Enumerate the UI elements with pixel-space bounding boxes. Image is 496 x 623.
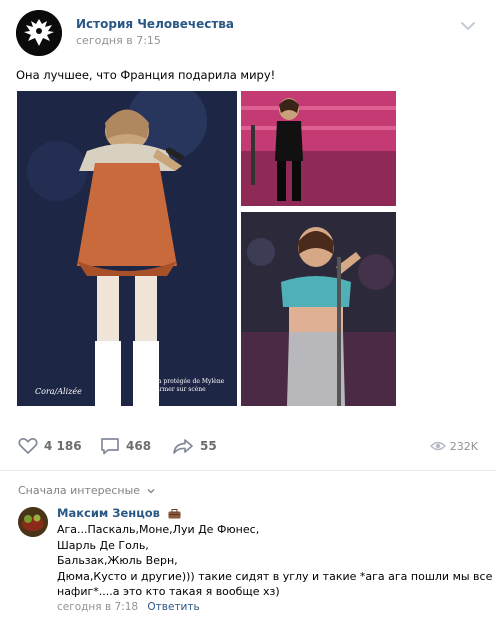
comment-count: 468 [126, 439, 152, 453]
briefcase-icon [168, 508, 181, 518]
comment-line: Шарль Де Голь, [57, 538, 149, 552]
post-timestamp[interactable]: сегодня в 7:15 [76, 34, 161, 47]
chevron-down-icon[interactable] [460, 17, 476, 30]
reply-link[interactable]: Ответить [147, 601, 199, 613]
post-photo-bottom-right[interactable] [241, 212, 396, 406]
avatar-photo [18, 507, 48, 537]
comment-text: Ага...Паскаль,Моне,Луи Де Фюнес, Шарль Д… [57, 522, 493, 600]
like-count: 4 186 [44, 439, 82, 453]
avatar[interactable] [18, 507, 48, 537]
share-count: 55 [200, 439, 217, 453]
performer-photo-illustration [241, 212, 396, 406]
chevron-down-icon [147, 489, 155, 494]
photo-caption-right: Alizée, la protégée de Mylène Farmer sur… [133, 378, 225, 393]
sort-label-text: Сначала интересные [18, 484, 141, 497]
comment-bubble-icon [101, 438, 119, 455]
comment-timestamp[interactable]: сегодня в 7:18 [57, 601, 138, 613]
share-arrow-icon [173, 439, 193, 454]
group-avatar[interactable] [16, 10, 62, 56]
comment-author-name: Максим Зенцов [57, 506, 160, 520]
comment-line: Дюма,Кусто и другие))) такие сидят в угл… [57, 569, 493, 583]
comment-line: Ага...Паскаль,Моне,Луи Де Фюнес, [57, 523, 260, 536]
performer-photo-illustration [17, 91, 237, 406]
performer-photo-illustration [241, 91, 396, 206]
comment-author-link[interactable]: Максим Зенцов [57, 506, 181, 520]
comment-line: нафиг*....а это кто такая я вообще хз) [57, 585, 280, 598]
comments-sort-toggle[interactable]: Сначала интересные [18, 484, 155, 497]
views-count: 232K [449, 439, 478, 453]
views-counter: 232K [429, 436, 478, 456]
comment-line: Бальзак,Жюль Верн, [57, 554, 178, 567]
post-photo-top-right[interactable] [241, 91, 396, 206]
photo-caption-left: Cora/Alizée [35, 387, 82, 396]
comment-meta: сегодня в 7:18 Ответить [57, 601, 200, 613]
comments-divider [0, 470, 496, 471]
share-button[interactable]: 55 [172, 436, 217, 456]
like-button[interactable]: 4 186 [18, 436, 82, 456]
post-photo-main[interactable]: Cora/Alizée Alizée, la protégée de Mylèn… [17, 91, 237, 406]
comment-button[interactable]: 468 [100, 436, 151, 456]
post-header: История Человечества сегодня в 7:15 [0, 0, 496, 60]
heart-icon [18, 437, 38, 454]
group-name-link[interactable]: История Человечества [76, 17, 234, 31]
post-text: Она лучшее, что Франция подарила миру! [16, 68, 276, 82]
eagle-emblem-icon [16, 10, 62, 56]
post-actions-bar: 4 186 468 55 232K [0, 425, 496, 465]
eye-icon [429, 441, 446, 451]
